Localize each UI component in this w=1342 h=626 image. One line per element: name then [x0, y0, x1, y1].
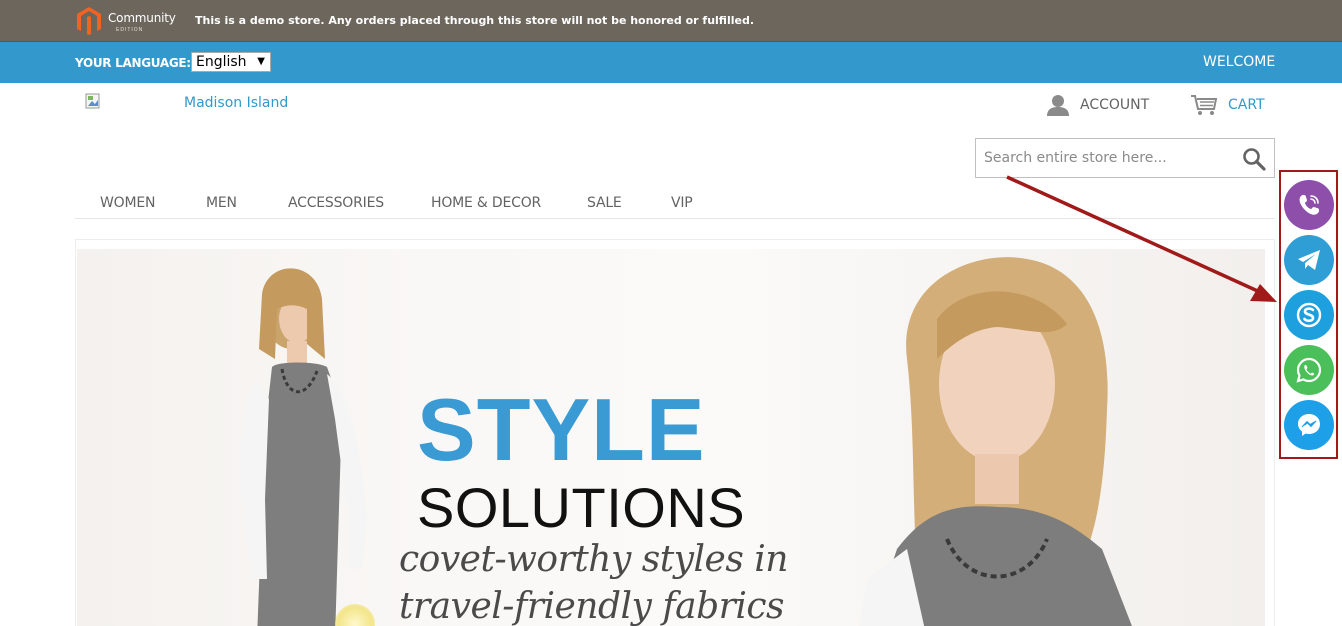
language-selected-value: English	[196, 54, 247, 70]
edition-label: EDITION	[116, 27, 144, 33]
messenger-icon	[1298, 414, 1320, 436]
cart-label: CART	[1228, 97, 1265, 113]
nav-item-vip[interactable]: VIP	[671, 195, 693, 211]
store-logo-link[interactable]: Madison Island	[184, 95, 288, 111]
nav-item-sale[interactable]: SALE	[587, 195, 622, 211]
nav-item-home-decor[interactable]: HOME & DECOR	[431, 195, 541, 211]
search-box	[975, 138, 1275, 178]
search-input[interactable]	[976, 139, 1236, 177]
main-navigation: WOMEN MEN ACCESSORIES HOME & DECOR SALE …	[75, 188, 1275, 219]
demo-notice-text: This is a demo store. Any orders placed …	[195, 14, 755, 27]
demo-notice-bar: Community EDITION This is a demo store. …	[0, 0, 1342, 42]
skype-button[interactable]	[1284, 290, 1334, 340]
hero-title: STYLE	[417, 380, 706, 479]
cart-icon	[1191, 95, 1218, 115]
account-label: ACCOUNT	[1080, 97, 1150, 113]
search-icon[interactable]	[1242, 147, 1266, 171]
social-buttons-panel	[1279, 170, 1338, 459]
dropdown-caret-icon: ▼	[257, 56, 265, 67]
nav-item-men[interactable]: MEN	[206, 195, 237, 211]
nav-item-accessories[interactable]: ACCESSORIES	[288, 195, 384, 211]
telegram-icon	[1298, 250, 1320, 270]
nav-item-women[interactable]: WOMEN	[100, 195, 155, 211]
hero-tagline-line-2: travel-friendly fabrics	[399, 586, 785, 626]
user-icon	[1047, 95, 1069, 116]
magento-logo-icon	[77, 7, 101, 35]
viber-icon	[1299, 194, 1320, 215]
hero-subtitle: SOLUTIONS	[417, 476, 746, 539]
language-label: YOUR LANGUAGE:	[75, 56, 191, 70]
account-link[interactable]: ACCOUNT	[1046, 93, 1149, 117]
skype-icon	[1296, 302, 1322, 328]
welcome-message: WELCOME	[1203, 54, 1276, 70]
hero-banner[interactable]: STYLE SOLUTIONS covet-worthy styles in t…	[77, 249, 1265, 626]
cart-link[interactable]: CART	[1190, 93, 1265, 117]
whatsapp-button[interactable]	[1284, 345, 1334, 395]
hero-tagline-line-1: covet-worthy styles in	[399, 539, 788, 580]
broken-image-icon	[85, 93, 100, 109]
whatsapp-icon	[1296, 357, 1322, 383]
language-bar: YOUR LANGUAGE: English ▼ WELCOME	[0, 42, 1342, 83]
viber-button[interactable]	[1284, 180, 1334, 230]
community-edition-label: Community	[108, 11, 176, 25]
messenger-button[interactable]	[1284, 400, 1334, 450]
telegram-button[interactable]	[1284, 235, 1334, 285]
model-right-image	[859, 257, 1132, 626]
language-select[interactable]: English ▼	[191, 52, 271, 72]
